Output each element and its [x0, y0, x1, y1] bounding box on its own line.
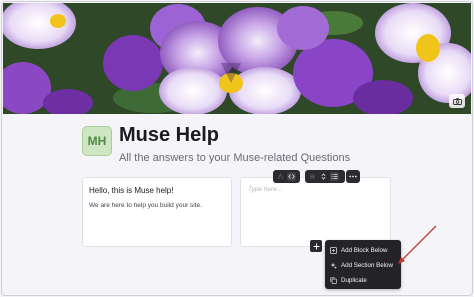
block-add-icon	[330, 246, 337, 254]
duplicate-icon	[330, 276, 337, 284]
camera-icon	[452, 97, 462, 105]
align-icon	[310, 174, 315, 179]
site-avatar[interactable]: MH	[82, 126, 112, 156]
page-subtitle[interactable]: All the answers to your Muse-related Que…	[119, 152, 350, 164]
text-size-button[interactable]	[276, 172, 285, 181]
code-icon	[288, 174, 295, 179]
avatar-initials: MH	[87, 134, 107, 148]
pansy-flowers-photo	[3, 3, 471, 114]
section-add-icon	[330, 262, 337, 269]
layout-toolbar	[305, 170, 345, 183]
cover-image[interactable]	[3, 3, 471, 114]
page-title[interactable]: Muse Help	[119, 124, 219, 147]
block-body: We are here to help you build your site.	[89, 202, 202, 209]
add-button[interactable]	[310, 240, 322, 252]
code-button[interactable]	[287, 172, 296, 181]
menu-item-add-section-below[interactable]: Add Section Below	[330, 259, 393, 271]
text-size-icon	[277, 173, 284, 180]
menu-item-duplicate[interactable]: Duplicate	[330, 274, 367, 286]
menu-item-label: Add Block Below	[341, 246, 388, 254]
menu-item-label: Add Section Below	[341, 261, 393, 269]
block-heading: Hello, this is Muse help!	[89, 186, 174, 195]
more-icon	[349, 175, 357, 178]
menu-item-add-block-below[interactable]: Add Block Below	[330, 244, 387, 256]
menu-item-label: Duplicate	[341, 276, 367, 284]
change-cover-button[interactable]	[449, 94, 465, 108]
sort-icon	[321, 173, 326, 180]
text-block-1[interactable]: Hello, this is Muse help! We are here to…	[82, 177, 232, 247]
block-placeholder: Type here...	[248, 186, 283, 193]
sort-button[interactable]	[319, 172, 328, 181]
add-context-menu: Add Block Below Add Section Below Duplic…	[325, 240, 401, 289]
align-button[interactable]	[308, 172, 317, 181]
text-block-2[interactable]: Type here...	[240, 177, 391, 247]
list-icon	[331, 174, 338, 179]
more-menu-button[interactable]	[346, 170, 360, 183]
list-button[interactable]	[330, 172, 339, 181]
plus-icon	[313, 243, 319, 249]
text-style-toolbar	[273, 170, 300, 183]
